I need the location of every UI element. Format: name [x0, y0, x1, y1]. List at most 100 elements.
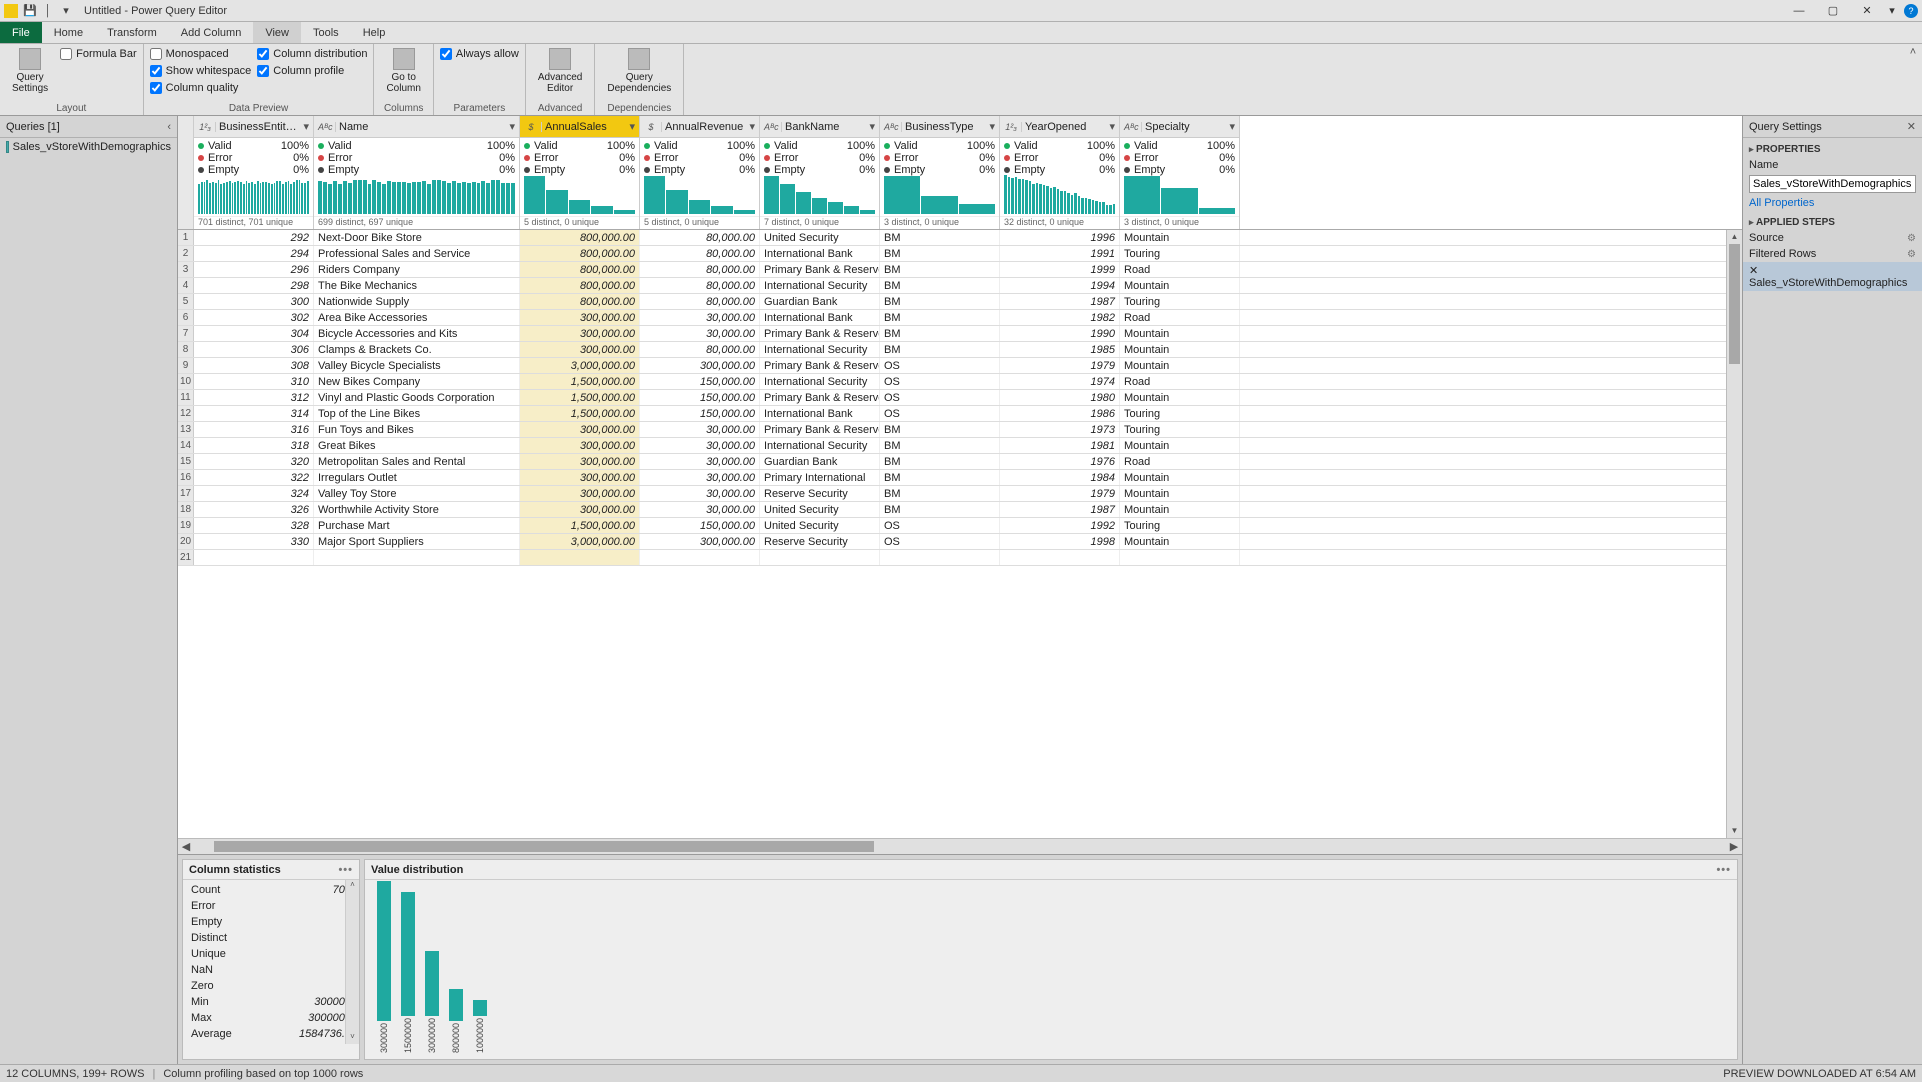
- cell[interactable]: Mountain: [1120, 278, 1240, 293]
- cell[interactable]: [1120, 550, 1240, 565]
- cell[interactable]: Clamps & Brackets Co.: [314, 342, 520, 357]
- cell[interactable]: BM: [880, 278, 1000, 293]
- cell[interactable]: 1973: [1000, 422, 1120, 437]
- cell[interactable]: Worthwhile Activity Store: [314, 502, 520, 517]
- applied-step[interactable]: Source⚙: [1743, 230, 1922, 246]
- cell[interactable]: Mountain: [1120, 390, 1240, 405]
- cell[interactable]: 1998: [1000, 534, 1120, 549]
- table-row[interactable]: 21: [178, 550, 1726, 566]
- table-row[interactable]: 4298The Bike Mechanics800,000.0080,000.0…: [178, 278, 1726, 294]
- cell[interactable]: BM: [880, 486, 1000, 501]
- tab-view[interactable]: View: [253, 22, 301, 43]
- cell[interactable]: OS: [880, 374, 1000, 389]
- queries-pane-collapse-icon[interactable]: ‹: [167, 121, 171, 133]
- row-number[interactable]: 13: [178, 422, 194, 437]
- cell[interactable]: International Security: [760, 374, 880, 389]
- cell[interactable]: 306: [194, 342, 314, 357]
- table-row[interactable]: 2294Professional Sales and Service800,00…: [178, 246, 1726, 262]
- table-row[interactable]: 6302Area Bike Accessories300,000.0030,00…: [178, 310, 1726, 326]
- row-number[interactable]: 4: [178, 278, 194, 293]
- maximize-button[interactable]: ▢: [1816, 0, 1850, 22]
- scroll-up-icon[interactable]: ▲: [1727, 230, 1742, 244]
- cell[interactable]: The Bike Mechanics: [314, 278, 520, 293]
- ribbon-collapse-icon[interactable]: ˄: [1904, 44, 1922, 115]
- cell[interactable]: Professional Sales and Service: [314, 246, 520, 261]
- cell[interactable]: 150,000.00: [640, 518, 760, 533]
- cell[interactable]: 80,000.00: [640, 278, 760, 293]
- always-allow-checkbox[interactable]: Always allow: [440, 46, 519, 62]
- table-row[interactable]: 16322Irregulars Outlet300,000.0030,000.0…: [178, 470, 1726, 486]
- row-number[interactable]: 17: [178, 486, 194, 501]
- gear-icon[interactable]: ⚙: [1907, 233, 1916, 244]
- cell[interactable]: Mountain: [1120, 342, 1240, 357]
- cell[interactable]: Reserve Security: [760, 486, 880, 501]
- scroll-right-icon[interactable]: ▶: [1726, 840, 1742, 853]
- table-row[interactable]: 15320Metropolitan Sales and Rental300,00…: [178, 454, 1726, 470]
- scroll-thumb[interactable]: [1729, 244, 1740, 364]
- query-settings-button[interactable]: Query Settings: [6, 46, 54, 96]
- type-icon[interactable]: Aᴮc: [764, 122, 782, 132]
- column-header[interactable]: 1²₃YearOpened▾: [1000, 116, 1119, 138]
- cell[interactable]: 1,500,000.00: [520, 374, 640, 389]
- cell[interactable]: Touring: [1120, 406, 1240, 421]
- column-header[interactable]: $AnnualRevenue▾: [640, 116, 759, 138]
- cell[interactable]: Valley Bicycle Specialists: [314, 358, 520, 373]
- column-header[interactable]: 1²₃BusinessEntityID▾: [194, 116, 313, 138]
- cell[interactable]: 1987: [1000, 294, 1120, 309]
- query-dependencies-button[interactable]: Query Dependencies: [601, 46, 677, 96]
- cell[interactable]: Touring: [1120, 246, 1240, 261]
- cell[interactable]: Primary Bank & Reserve: [760, 422, 880, 437]
- cell[interactable]: 1994: [1000, 278, 1120, 293]
- column-header[interactable]: AᴮcBusinessType▾: [880, 116, 999, 138]
- tab-home[interactable]: Home: [42, 22, 95, 43]
- cell[interactable]: OS: [880, 518, 1000, 533]
- cell[interactable]: 1979: [1000, 486, 1120, 501]
- cell[interactable]: 312: [194, 390, 314, 405]
- cell[interactable]: 80,000.00: [640, 294, 760, 309]
- horizontal-scrollbar[interactable]: ◀ ▶: [178, 838, 1742, 854]
- cell[interactable]: 150,000.00: [640, 390, 760, 405]
- cell[interactable]: Road: [1120, 454, 1240, 469]
- cell[interactable]: 314: [194, 406, 314, 421]
- row-number[interactable]: 5: [178, 294, 194, 309]
- cell[interactable]: 296: [194, 262, 314, 277]
- cell[interactable]: 292: [194, 230, 314, 245]
- query-name-input[interactable]: [1749, 175, 1916, 193]
- cell[interactable]: Mountain: [1120, 534, 1240, 549]
- panel-menu-icon[interactable]: •••: [1716, 864, 1731, 876]
- options-chevron-icon[interactable]: ▾: [1884, 0, 1900, 22]
- column-header[interactable]: AᴮcBankName▾: [760, 116, 879, 138]
- cell[interactable]: BM: [880, 262, 1000, 277]
- cell[interactable]: 800,000.00: [520, 262, 640, 277]
- cell[interactable]: 308: [194, 358, 314, 373]
- cell[interactable]: 328: [194, 518, 314, 533]
- cell[interactable]: 300,000.00: [640, 534, 760, 549]
- cell[interactable]: Bicycle Accessories and Kits: [314, 326, 520, 341]
- cell[interactable]: 318: [194, 438, 314, 453]
- table-row[interactable]: 3296Riders Company800,000.0080,000.00Pri…: [178, 262, 1726, 278]
- table-row[interactable]: 12314Top of the Line Bikes1,500,000.0015…: [178, 406, 1726, 422]
- cell[interactable]: 3,000,000.00: [520, 534, 640, 549]
- filter-dropdown-icon[interactable]: ▾: [989, 120, 995, 133]
- cell[interactable]: BM: [880, 230, 1000, 245]
- row-number[interactable]: 10: [178, 374, 194, 389]
- cell[interactable]: 1974: [1000, 374, 1120, 389]
- cell[interactable]: 30,000.00: [640, 454, 760, 469]
- type-icon[interactable]: Aᴮc: [1124, 122, 1142, 132]
- table-gutter-icon[interactable]: [178, 116, 194, 229]
- cell[interactable]: 1999: [1000, 262, 1120, 277]
- qat-dropdown-icon[interactable]: ▾: [58, 3, 74, 19]
- cell[interactable]: Primary Bank & Reserve: [760, 262, 880, 277]
- cell[interactable]: 294: [194, 246, 314, 261]
- cell[interactable]: 300,000.00: [520, 326, 640, 341]
- qat-save-icon[interactable]: 💾: [22, 3, 38, 19]
- cell[interactable]: 1986: [1000, 406, 1120, 421]
- cell[interactable]: Great Bikes: [314, 438, 520, 453]
- row-number[interactable]: 6: [178, 310, 194, 325]
- cell[interactable]: 300,000.00: [520, 470, 640, 485]
- cell[interactable]: 1,500,000.00: [520, 406, 640, 421]
- cell[interactable]: 322: [194, 470, 314, 485]
- cell[interactable]: Valley Toy Store: [314, 486, 520, 501]
- cell[interactable]: BM: [880, 438, 1000, 453]
- cell[interactable]: 300,000.00: [640, 358, 760, 373]
